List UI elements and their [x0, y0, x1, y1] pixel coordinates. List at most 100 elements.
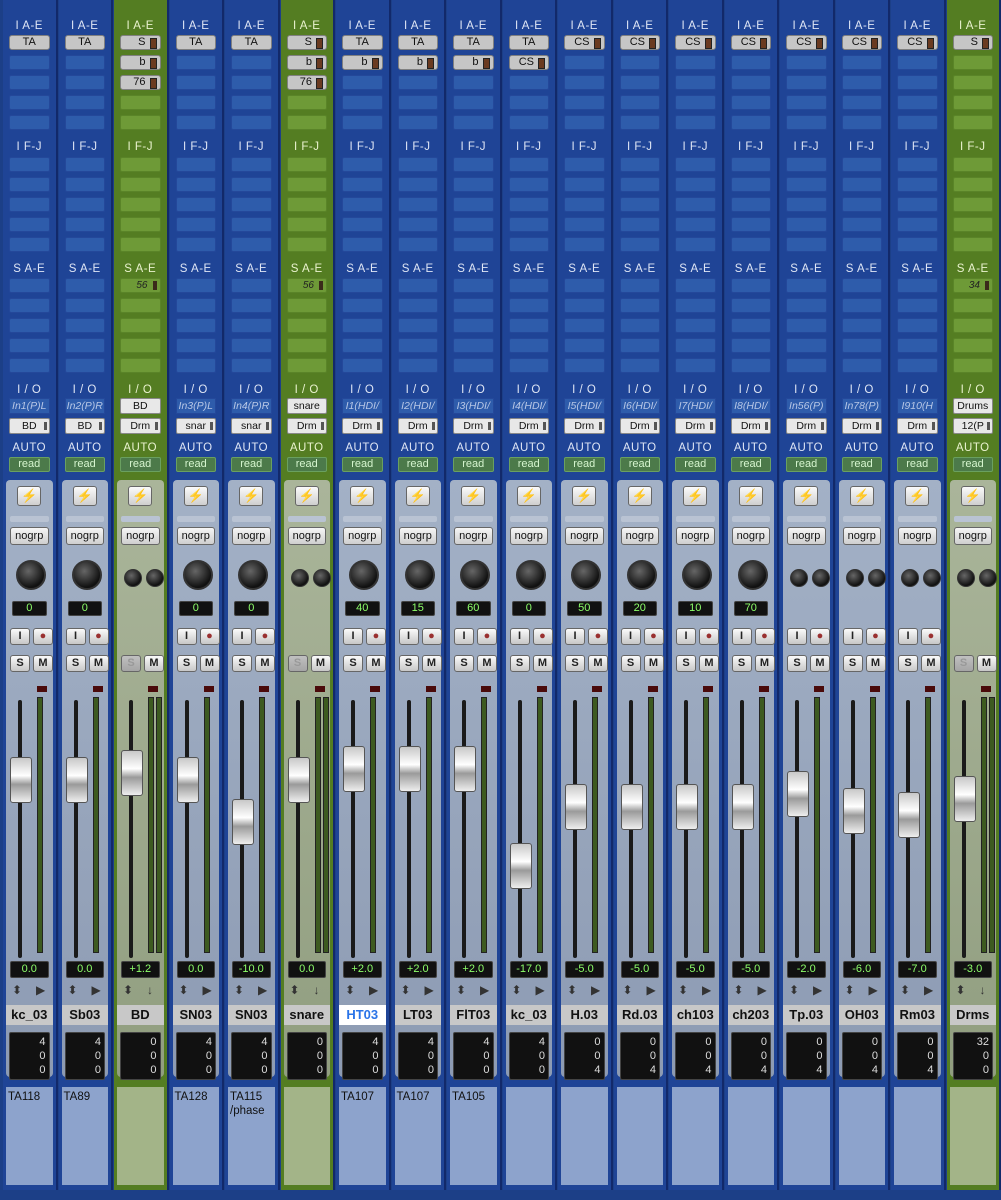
send-slot[interactable]	[397, 358, 438, 373]
insert-slot[interactable]	[64, 197, 105, 212]
input-monitor-button[interactable]: I	[176, 628, 197, 645]
insert-slot[interactable]	[286, 177, 327, 192]
volume-fader[interactable]	[176, 756, 199, 803]
pan-knob[interactable]	[737, 560, 768, 590]
input-selector[interactable]: I2(HDI/	[397, 398, 438, 414]
insert-slot[interactable]	[231, 75, 272, 90]
insert-slot[interactable]	[453, 95, 494, 110]
send-slot[interactable]	[9, 278, 50, 293]
insert-slot[interactable]	[952, 157, 993, 172]
input-monitor-button[interactable]: I	[676, 628, 696, 645]
solo-button[interactable]: S	[398, 655, 419, 672]
insert-slot[interactable]: 76	[286, 75, 327, 90]
track-comment[interactable]	[616, 1087, 663, 1185]
insert-slot[interactable]	[231, 177, 272, 192]
volume-value[interactable]: +2.0	[398, 961, 437, 978]
track-name[interactable]: LT03	[394, 1005, 441, 1025]
insert-slot[interactable]: TA	[9, 35, 50, 50]
send-slot[interactable]	[564, 278, 605, 293]
down-arrow-icon[interactable]: ↓	[980, 983, 986, 997]
insert-slot[interactable]	[9, 75, 50, 90]
solo-button[interactable]: S	[65, 655, 86, 672]
pan-knob-left[interactable]	[790, 569, 808, 587]
track-comment[interactable]	[505, 1087, 552, 1185]
group-selector[interactable]: nogrp	[176, 527, 215, 545]
send-slot[interactable]	[120, 318, 161, 333]
insert-slot[interactable]	[9, 95, 50, 110]
send-slot[interactable]	[397, 278, 438, 293]
pan-knob[interactable]	[16, 560, 46, 590]
insert-slot[interactable]	[897, 237, 938, 252]
insert-slot[interactable]	[453, 177, 494, 192]
insert-slot[interactable]	[786, 157, 827, 172]
pan-knob-left[interactable]	[290, 569, 309, 587]
insert-slot[interactable]	[508, 177, 549, 192]
input-selector[interactable]: BD	[120, 398, 161, 414]
mute-button[interactable]: M	[199, 655, 220, 672]
pan-knob[interactable]	[460, 560, 490, 590]
insert-slot[interactable]	[286, 157, 327, 172]
insert-slot[interactable]	[619, 237, 660, 252]
bolt-icon[interactable]: ⚡	[183, 486, 208, 506]
track-comment[interactable]: TA89	[61, 1087, 108, 1185]
bolt-icon[interactable]: ⚡	[960, 486, 985, 506]
insert-slot[interactable]: b	[286, 55, 327, 70]
insert-slot[interactable]	[64, 217, 105, 232]
insert-slot[interactable]	[675, 95, 716, 110]
insert-slot[interactable]	[619, 75, 660, 90]
send-slot[interactable]	[453, 358, 494, 373]
automation-mode-selector[interactable]: read	[730, 457, 771, 472]
solo-button[interactable]: S	[731, 655, 752, 672]
automation-mode-selector[interactable]: read	[952, 457, 993, 472]
output-selector[interactable]: Drm	[453, 418, 494, 434]
insert-slot[interactable]: TA	[342, 35, 383, 50]
volume-value[interactable]: -5.0	[676, 961, 715, 978]
play-arrow-icon[interactable]: ▶	[869, 983, 878, 997]
pan-value[interactable]: 0	[12, 601, 47, 616]
bolt-icon[interactable]: ⚡	[683, 486, 708, 506]
insert-slot[interactable]	[786, 95, 827, 110]
insert-slot[interactable]	[9, 237, 50, 252]
send-slot[interactable]	[231, 318, 272, 333]
insert-slot[interactable]	[342, 177, 383, 192]
group-selector[interactable]: nogrp	[898, 527, 937, 545]
group-selector[interactable]: nogrp	[121, 527, 160, 545]
send-slot[interactable]	[786, 358, 827, 373]
pan-knob-left[interactable]	[901, 569, 919, 587]
mute-button[interactable]: M	[310, 655, 331, 672]
insert-slot[interactable]: b	[397, 55, 438, 70]
volume-value[interactable]: -3.0	[953, 961, 992, 978]
pan-value[interactable]: 0	[234, 601, 269, 616]
volume-value[interactable]: 0.0	[287, 961, 326, 978]
volume-fader[interactable]	[787, 771, 809, 818]
send-slot[interactable]	[397, 318, 438, 333]
send-slot[interactable]	[9, 338, 50, 353]
insert-slot[interactable]	[730, 157, 771, 172]
insert-slot[interactable]	[786, 115, 827, 130]
play-arrow-icon[interactable]: ▶	[92, 983, 101, 997]
send-slot[interactable]	[619, 338, 660, 353]
up-down-arrow-icon[interactable]: ⬍	[123, 983, 133, 997]
volume-value[interactable]: -5.0	[565, 961, 604, 978]
insert-slot[interactable]: b	[120, 55, 161, 70]
send-slot[interactable]	[508, 298, 549, 313]
record-enable-button[interactable]: ●	[810, 628, 830, 645]
track-comment[interactable]: TA128	[172, 1087, 219, 1185]
track-comment[interactable]: TA105	[450, 1087, 497, 1185]
send-slot[interactable]	[342, 278, 383, 293]
send-slot[interactable]	[564, 358, 605, 373]
up-down-arrow-icon[interactable]: ⬍	[456, 983, 466, 997]
insert-slot[interactable]	[952, 115, 993, 130]
insert-slot[interactable]	[9, 115, 50, 130]
send-slot[interactable]	[397, 298, 438, 313]
solo-button[interactable]: S	[121, 655, 141, 672]
insert-slot[interactable]	[841, 157, 882, 172]
record-enable-button[interactable]: ●	[199, 628, 220, 645]
volume-fader[interactable]	[398, 746, 421, 793]
play-arrow-icon[interactable]: ▶	[425, 983, 434, 997]
send-slot[interactable]	[786, 298, 827, 313]
volume-value[interactable]: -17.0	[509, 961, 548, 978]
insert-slot[interactable]	[952, 75, 993, 90]
insert-slot[interactable]	[675, 55, 716, 70]
insert-slot[interactable]	[342, 237, 383, 252]
